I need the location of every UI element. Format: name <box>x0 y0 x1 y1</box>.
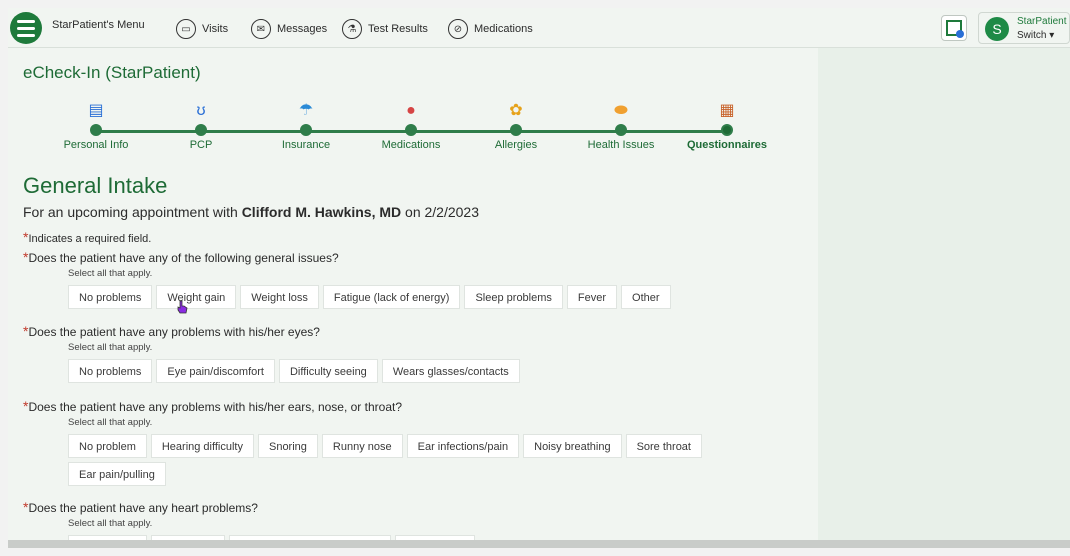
medications-label: Medications <box>474 23 533 35</box>
visits-link[interactable]: ▭ Visits <box>176 19 228 39</box>
step-medications[interactable]: ● Medications <box>361 100 461 151</box>
question-text: Does the patient have any problems with … <box>28 325 320 339</box>
flower-icon: ✿ <box>509 102 523 119</box>
menu-label: StarPatient's Menu <box>52 19 145 31</box>
option-button[interactable]: Difficulty seeing <box>278 359 378 383</box>
form-title: General Intake <box>23 173 168 198</box>
step-personal-info[interactable]: ▤ Personal Info <box>46 100 146 151</box>
messages-label: Messages <box>277 23 328 35</box>
step-dot <box>90 124 102 136</box>
pills-icon: ● <box>406 102 416 119</box>
step-pcp[interactable]: ʊ PCP <box>151 100 251 151</box>
option-button[interactable]: Ear infections/pain <box>406 434 520 458</box>
envelope-icon: ✉ <box>251 19 271 39</box>
step-label: Medications <box>381 139 441 151</box>
user-name: StarPatient <box>1017 16 1067 27</box>
step-dot <box>195 124 207 136</box>
progress-steps: ▤ Personal Info ʊ PCP ☂ Insurance ● Medi… <box>8 100 818 164</box>
appointment-line: For an upcoming appointment with Cliffor… <box>23 204 479 220</box>
doctor-name: Clifford M. Hawkins, MD <box>241 204 402 220</box>
user-switcher[interactable]: S StarPatient Switch ▾ <box>978 12 1070 44</box>
question-heart: *Does the patient have any heart problem… <box>23 499 258 515</box>
page-title: eCheck-In (StarPatient) <box>23 63 201 82</box>
stethoscope-icon: ʊ <box>196 102 206 119</box>
required-note: *Indicates a required field. <box>23 229 151 245</box>
step-label: Allergies <box>494 139 538 151</box>
menu-link[interactable]: StarPatient's Menu <box>52 19 145 31</box>
step-insurance[interactable]: ☂ Insurance <box>256 100 356 151</box>
option-button[interactable]: Wears glasses/contacts <box>381 359 520 383</box>
switch-button[interactable]: Switch ▾ <box>1017 30 1054 41</box>
question-text: Does the patient have any heart problems… <box>28 501 258 515</box>
option-button[interactable]: Weight loss <box>240 285 319 309</box>
question-ent: *Does the patient have any problems with… <box>23 398 402 414</box>
option-button[interactable]: Sore throat <box>625 434 702 458</box>
option-button[interactable]: Weight gain <box>156 285 237 309</box>
qr-code-icon[interactable] <box>941 15 967 41</box>
bandage-icon: ⬬ <box>614 102 628 119</box>
option-button[interactable]: Ear pain/pulling <box>68 462 166 486</box>
step-dot <box>300 124 312 136</box>
step-dot <box>405 124 417 136</box>
page: StarPatient's Menu ▭ Visits ✉ Messages ⚗… <box>8 8 1070 548</box>
step-label: Personal Info <box>63 139 129 151</box>
id-card-icon: ▤ <box>88 102 104 119</box>
test-results-link[interactable]: ⚗ Test Results <box>342 19 428 39</box>
flask-icon: ⚗ <box>342 19 362 39</box>
step-health-issues[interactable]: ⬬ Health Issues <box>571 100 671 151</box>
option-button[interactable]: Hearing difficulty <box>150 434 254 458</box>
option-button[interactable]: No problems <box>68 285 153 309</box>
hand-cursor-icon <box>177 300 188 314</box>
bottom-scrollbar[interactable] <box>8 540 1070 548</box>
question-text: Does the patient have any of the followi… <box>28 251 339 265</box>
hint: Select all that apply. <box>68 342 153 353</box>
question-eyes: *Does the patient have any problems with… <box>23 323 320 339</box>
pills-icon: ⊘ <box>448 19 468 39</box>
step-dot <box>721 124 733 136</box>
options-ent: No problem Hearing difficulty Snoring Ru… <box>68 434 758 486</box>
option-button[interactable]: Other <box>621 285 671 309</box>
visits-label: Visits <box>202 23 229 35</box>
appt-prefix: For an upcoming appointment with <box>23 204 242 220</box>
step-questionnaires[interactable]: ▦ Questionnaires <box>677 100 777 151</box>
step-dot <box>615 124 627 136</box>
step-label: Insurance <box>281 139 331 151</box>
option-button[interactable]: No problem <box>68 434 147 458</box>
option-button[interactable]: Fever <box>566 285 618 309</box>
option-button[interactable]: Sleep problems <box>464 285 563 309</box>
test-results-label: Test Results <box>368 23 428 35</box>
clipboard-icon: ▦ <box>719 102 735 119</box>
required-note-text: Indicates a required field. <box>28 233 152 245</box>
messages-link[interactable]: ✉ Messages <box>251 19 327 39</box>
step-label: PCP <box>189 139 213 151</box>
option-button[interactable]: Eye pain/discomfort <box>156 359 275 383</box>
appt-date: on 2/2/2023 <box>401 204 479 220</box>
step-label: Questionnaires <box>686 139 768 151</box>
calendar-icon: ▭ <box>176 19 196 39</box>
hint: Select all that apply. <box>68 518 153 529</box>
hamburger-menu-icon[interactable] <box>10 12 42 44</box>
question-text: Does the patient have any problems with … <box>28 400 402 414</box>
top-nav: StarPatient's Menu ▭ Visits ✉ Messages ⚗… <box>8 8 1070 48</box>
umbrella-icon: ☂ <box>298 102 314 119</box>
option-button[interactable]: No problems <box>68 359 153 383</box>
avatar: S <box>985 17 1009 41</box>
hint: Select all that apply. <box>68 417 153 428</box>
options-eyes: No problems Eye pain/discomfort Difficul… <box>68 359 808 383</box>
option-button[interactable]: Snoring <box>257 434 318 458</box>
medications-link[interactable]: ⊘ Medications <box>448 19 533 39</box>
option-button[interactable]: Runny nose <box>321 434 403 458</box>
step-allergies[interactable]: ✿ Allergies <box>466 100 566 151</box>
hint: Select all that apply. <box>68 268 153 279</box>
step-dot <box>510 124 522 136</box>
step-label: Health Issues <box>587 139 655 151</box>
option-button[interactable]: Fatigue (lack of energy) <box>322 285 461 309</box>
question-general: *Does the patient have any of the follow… <box>23 249 339 265</box>
option-button[interactable]: Noisy breathing <box>523 434 622 458</box>
right-panel <box>818 8 1070 548</box>
